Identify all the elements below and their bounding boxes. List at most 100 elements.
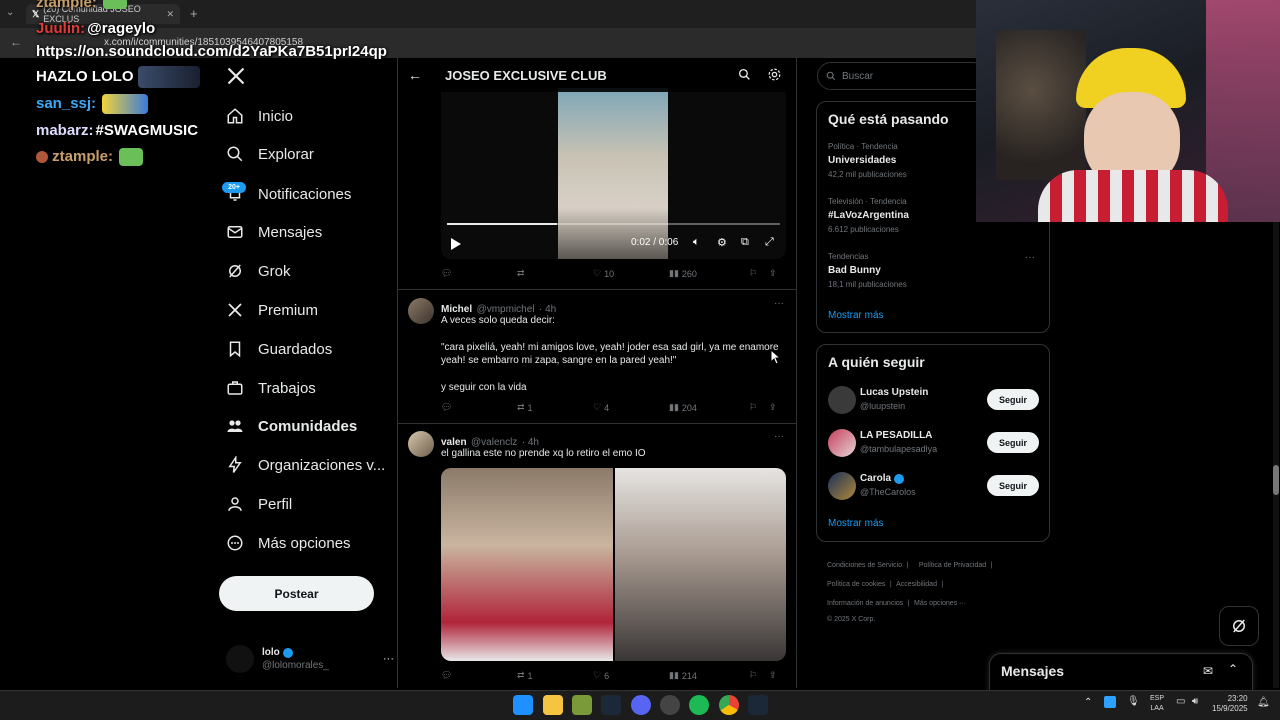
back-arrow-icon[interactable]: ← xyxy=(408,67,422,83)
like-count: 6 xyxy=(604,670,610,681)
file-explorer-icon[interactable] xyxy=(543,695,563,715)
like-button[interactable]: ♡ 4 xyxy=(593,402,669,413)
nav-item-inicio[interactable]: Inicio xyxy=(226,99,293,133)
language-indicator[interactable]: ESP LAA xyxy=(1150,694,1164,714)
webcam-overlay xyxy=(976,0,1280,222)
steam-icon[interactable] xyxy=(601,695,621,715)
nav-item-organizaciones[interactable]: Organizaciones v... xyxy=(226,448,385,482)
tray-app-icon[interactable] xyxy=(1104,696,1116,708)
trend-more-icon[interactable]: ··· xyxy=(1025,252,1035,263)
bookmark-icon[interactable]: ⚐ xyxy=(749,402,769,413)
play-icon[interactable] xyxy=(451,238,461,250)
discord-icon[interactable] xyxy=(631,695,651,715)
tray-chevron-icon[interactable]: ⌃ xyxy=(1084,697,1092,708)
reply-icon[interactable]: 💬︎ xyxy=(441,670,517,681)
expand-chevron-icon[interactable]: ⌃ xyxy=(1228,662,1238,676)
more-icon[interactable]: ··· xyxy=(383,653,394,665)
fullscreen-icon[interactable]: ⤢ xyxy=(765,236,774,249)
clock[interactable]: 23:20 15/9/2025 xyxy=(1212,694,1248,714)
messages-drawer[interactable]: Mensajes ✉ ⌃ xyxy=(989,653,1253,693)
search-input[interactable]: Buscar xyxy=(817,62,987,90)
footer-link[interactable]: Política de cookies xyxy=(827,581,885,588)
nav-item-trabajos[interactable]: Trabajos xyxy=(226,371,316,405)
close-tab-icon[interactable]: ✕ xyxy=(166,9,174,20)
avatar[interactable] xyxy=(408,431,434,457)
trend-item[interactable]: Tendencias Bad Bunny 18,1 mil publicacio… xyxy=(828,252,1038,289)
video-progress-track[interactable] xyxy=(447,223,780,225)
network-icon[interactable]: ▭ xyxy=(1176,696,1185,707)
grok-float-button[interactable] xyxy=(1219,606,1259,646)
search-icon[interactable] xyxy=(738,68,751,81)
footer-link[interactable]: Condiciones de Servicio xyxy=(827,562,902,569)
tweet-media-grid[interactable] xyxy=(441,468,786,661)
video-settings-icon[interactable]: ⚙ xyxy=(717,236,727,249)
like-button[interactable]: ♡ 6 xyxy=(593,670,669,681)
reply-icon[interactable]: 💬︎ xyxy=(441,402,517,413)
share-icon[interactable]: ⇪ xyxy=(769,402,777,413)
volume-icon[interactable]: 🔊︎ xyxy=(1192,696,1198,707)
app-icon[interactable] xyxy=(572,695,592,715)
avatar[interactable] xyxy=(408,298,434,324)
views-button[interactable]: ▮▮ 260 xyxy=(669,268,749,279)
footer-link[interactable]: Accesibilidad xyxy=(896,581,937,588)
follow-button[interactable]: Seguir xyxy=(987,475,1039,496)
follow-suggestion[interactable]: LA PESADILLA @tambulapesadlya Seguir xyxy=(828,428,1040,458)
nav-item-explorar[interactable]: Explorar xyxy=(226,137,314,171)
share-icon[interactable]: ⇪ xyxy=(769,670,777,681)
follow-button[interactable]: Seguir xyxy=(987,432,1039,453)
retweet-icon[interactable]: ⇄ xyxy=(517,268,593,279)
nav-item-grok[interactable]: Grok xyxy=(226,254,291,288)
video-progress-fill xyxy=(447,223,557,225)
settings-gear-icon[interactable] xyxy=(767,67,782,82)
new-message-icon[interactable]: ✉ xyxy=(1203,664,1213,678)
scrollbar-thumb[interactable] xyxy=(1273,465,1279,495)
notification-center-icon[interactable]: 🔔︎ xyxy=(1257,697,1270,708)
volume-icon[interactable]: 🔈︎ xyxy=(693,236,700,249)
follow-handle: @luupstein xyxy=(860,401,906,411)
chrome-icon[interactable] xyxy=(719,695,739,715)
footer-link[interactable]: Política de Privacidad xyxy=(919,562,986,569)
nav-item-mensajes[interactable]: Mensajes xyxy=(226,215,322,249)
account-switcher[interactable]: lolo @lolomorales_ ··· xyxy=(226,644,394,674)
notification-badge: 20+ xyxy=(222,182,246,193)
new-tab-icon[interactable]: + xyxy=(190,6,198,21)
show-more-trends-link[interactable]: Mostrar más xyxy=(828,310,884,321)
footer-link[interactable]: Más opciones ··· xyxy=(914,600,966,607)
tweet-image[interactable] xyxy=(614,468,786,661)
views-button[interactable]: ▮▮ 204 xyxy=(669,402,749,413)
views-button[interactable]: ▮▮ 214 xyxy=(669,670,749,681)
post-button[interactable]: Postear xyxy=(219,576,374,611)
show-more-follow-link[interactable]: Mostrar más xyxy=(828,518,884,529)
follow-suggestion[interactable]: Lucas Upstein @luupstein Seguir xyxy=(828,385,1040,415)
nav-item-perfil[interactable]: Perfil xyxy=(226,487,292,521)
steam-icon[interactable] xyxy=(748,695,768,715)
nav-item-premium[interactable]: Premium xyxy=(226,293,318,327)
follow-suggestion[interactable]: Carola @TheCarolos Seguir xyxy=(828,471,1040,501)
spotify-icon[interactable] xyxy=(689,695,709,715)
x-logo-icon[interactable] xyxy=(226,66,246,86)
nav-item-guardados[interactable]: Guardados xyxy=(226,332,332,366)
nav-item-mas-opciones[interactable]: Más opciones xyxy=(226,526,351,560)
reply-icon[interactable]: 💬︎ xyxy=(441,268,517,279)
follow-button[interactable]: Seguir xyxy=(987,389,1039,410)
like-button[interactable]: ♡ 10 xyxy=(593,268,669,279)
picture-in-picture-icon[interactable]: ⧉ xyxy=(741,236,749,249)
share-icon[interactable]: ⇪ xyxy=(769,268,777,279)
obs-icon[interactable] xyxy=(660,695,680,715)
nav-item-notificaciones[interactable]: Notificaciones xyxy=(226,177,351,211)
tweet-more-icon[interactable]: ··· xyxy=(774,431,784,442)
footer-link[interactable]: Información de anuncios xyxy=(827,600,903,607)
bookmark-icon[interactable]: ⚐ xyxy=(749,670,769,681)
microphone-icon[interactable]: 🎙︎ xyxy=(1127,696,1140,707)
retweet-button[interactable]: ⇄ 1 xyxy=(517,402,593,413)
back-icon[interactable]: ← xyxy=(10,35,22,49)
tweet-image[interactable] xyxy=(441,468,613,661)
tab-list-chevron-icon[interactable]: ⌄ xyxy=(6,7,14,18)
bookmark-icon[interactable]: ⚐ xyxy=(749,268,769,279)
video-player[interactable]: 0:02 / 0:06 🔈︎ ⚙ ⧉ ⤢ xyxy=(441,88,786,259)
retweet-button[interactable]: ⇄ 1 xyxy=(517,670,593,681)
nav-item-comunidades[interactable]: Comunidades xyxy=(226,409,357,443)
windows-start-icon[interactable] xyxy=(513,695,533,715)
tweet-more-icon[interactable]: ··· xyxy=(774,298,784,309)
timeline[interactable]: ← JOSEO EXCLUSIVE CLUB 0:02 / 0:06 🔈︎ ⚙ … xyxy=(397,58,797,688)
